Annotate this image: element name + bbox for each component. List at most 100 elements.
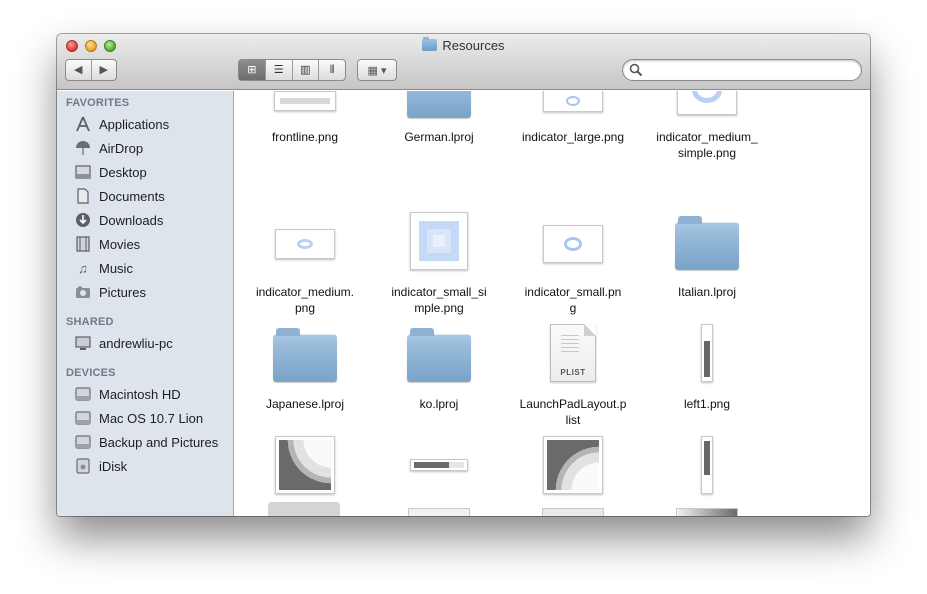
file-thumbnail: PLIST xyxy=(508,320,638,386)
finder-window: Resources ◀ ▶ ⊞ ☰ ▥ ⦀ ▦ ▾ FAVORITES Appl… xyxy=(57,34,870,516)
file-thumbnail xyxy=(642,320,772,386)
image-icon xyxy=(275,436,335,494)
sidebar-item-applications[interactable]: Applications xyxy=(74,114,169,134)
desktop-icon xyxy=(74,164,92,180)
sidebar-item-label: Mac OS 10.7 Lion xyxy=(99,410,204,426)
file-item[interactable]: left5.png xyxy=(642,432,772,516)
file-item[interactable]: indicator_small_si mple.png xyxy=(374,208,504,316)
file-thumbnail-partial[interactable] xyxy=(408,508,470,516)
file-name: Italian.lproj xyxy=(677,285,737,299)
view-mode-control: ⊞ ☰ ▥ ⦀ xyxy=(238,59,346,81)
file-thumbnail xyxy=(240,320,370,386)
sidebar-item-mac-os-lion[interactable]: Mac OS 10.7 Lion xyxy=(74,408,203,428)
sidebar-item-label: Documents xyxy=(99,188,165,204)
file-name: indicator_small.pn g xyxy=(524,285,622,315)
file-item[interactable]: PLIST LaunchPadLayout.p list xyxy=(508,320,638,428)
file-name: Japanese.lproj xyxy=(265,397,345,411)
list-view-button[interactable]: ☰ xyxy=(266,60,292,80)
image-icon xyxy=(677,91,737,115)
sidebar-item-idisk[interactable]: iDisk xyxy=(74,456,127,476)
file-thumbnail xyxy=(374,320,504,386)
file-grid: frontline.png German.lproj indicator_lar… xyxy=(235,91,870,516)
movies-icon xyxy=(74,236,92,252)
image-icon xyxy=(543,91,603,112)
icon-view-button[interactable]: ⊞ xyxy=(239,60,265,80)
folder-icon xyxy=(675,216,739,270)
plist-icon: PLIST xyxy=(550,324,596,382)
file-name: German.lproj xyxy=(404,130,474,144)
computer-icon xyxy=(74,335,92,351)
sidebar-item-macintosh-hd[interactable]: Macintosh HD xyxy=(74,384,181,404)
image-icon xyxy=(410,212,468,270)
sidebar-item-label: Applications xyxy=(99,116,170,132)
search-input[interactable] xyxy=(622,59,862,81)
image-icon xyxy=(275,229,335,259)
file-name: indicator_large.png xyxy=(521,130,625,144)
sidebar-item-backup-and-pictures[interactable]: Backup and Pictures xyxy=(74,432,218,452)
image-icon xyxy=(410,459,468,471)
sidebar-item-documents[interactable]: Documents xyxy=(74,186,165,206)
forward-button[interactable]: ▶ xyxy=(92,60,117,80)
folder-icon xyxy=(407,328,471,382)
window-title-text: Resources xyxy=(442,38,505,53)
file-thumbnail xyxy=(374,208,504,274)
sidebar-item-label: iDisk xyxy=(99,458,128,474)
sidebar-item-music[interactable]: ♫ Music xyxy=(74,258,133,278)
file-item[interactable]: German.lproj xyxy=(374,91,504,161)
file-thumbnail-partial[interactable] xyxy=(676,508,738,516)
sidebar-item-movies[interactable]: Movies xyxy=(74,234,140,254)
file-thumbnail xyxy=(642,208,772,274)
favorites-heading: FAVORITES xyxy=(66,97,130,109)
file-thumbnail xyxy=(508,208,638,274)
image-icon xyxy=(543,436,603,494)
documents-icon xyxy=(74,188,92,204)
image-icon xyxy=(543,225,603,263)
file-name: frontline.png xyxy=(271,130,339,144)
file-item[interactable]: frontline.png xyxy=(240,91,370,161)
sidebar-item-pictures[interactable]: Pictures xyxy=(74,282,146,302)
sidebar-item-desktop[interactable]: Desktop xyxy=(74,162,147,182)
file-item[interactable]: Italian.lproj xyxy=(642,208,772,316)
sidebar-item-label: Music xyxy=(99,260,133,276)
file-item[interactable]: ko.lproj xyxy=(374,320,504,428)
shared-heading: SHARED xyxy=(66,316,114,328)
file-item[interactable]: indicator_medium. png xyxy=(240,208,370,316)
file-item[interactable]: indicator_large.png xyxy=(508,91,638,161)
sidebar-item-label: Desktop xyxy=(99,164,147,180)
hard-disk-icon xyxy=(74,386,92,402)
back-button[interactable]: ◀ xyxy=(66,60,91,80)
sidebar-item-airdrop[interactable]: AirDrop xyxy=(74,138,143,158)
idisk-icon xyxy=(74,458,92,474)
cover-flow-button[interactable]: ⦀ xyxy=(319,60,345,80)
file-item[interactable]: indicator_medium_ simple.png xyxy=(642,91,772,161)
file-item[interactable]: left1.png xyxy=(642,320,772,428)
file-name: indicator_small_si mple.png xyxy=(391,285,487,315)
sidebar-item-label: Movies xyxy=(99,236,141,252)
folder-icon xyxy=(407,91,471,118)
arrange-button[interactable]: ▦ ▾ xyxy=(357,59,397,81)
plist-tag: PLIST xyxy=(560,368,586,377)
file-item[interactable]: Japanese.lproj xyxy=(240,320,370,428)
downloads-icon xyxy=(74,212,92,228)
file-thumbnail xyxy=(240,208,370,274)
plist-lines xyxy=(561,335,579,355)
pictures-icon xyxy=(74,284,92,300)
file-thumbnail xyxy=(508,432,638,498)
folder-icon xyxy=(273,328,337,382)
airdrop-icon xyxy=(74,140,92,156)
file-name: indicator_medium. png xyxy=(255,285,355,315)
image-icon xyxy=(274,91,336,111)
column-view-button[interactable]: ▥ xyxy=(293,60,319,80)
sidebar-item-label: Backup and Pictures xyxy=(99,434,219,450)
file-item[interactable]: left4.png xyxy=(508,432,638,516)
file-thumbnail xyxy=(240,432,370,498)
file-thumbnail xyxy=(642,432,772,498)
file-thumbnail-partial[interactable] xyxy=(268,502,340,516)
file-thumbnail-partial[interactable] xyxy=(542,508,604,516)
sidebar-item-andrewliu-pc[interactable]: andrewliu-pc xyxy=(74,333,173,353)
file-item[interactable]: indicator_small.pn g xyxy=(508,208,638,316)
file-thumbnail xyxy=(374,432,504,498)
applications-icon xyxy=(74,116,92,132)
file-item[interactable]: left3.png xyxy=(374,432,504,516)
sidebar-item-downloads[interactable]: Downloads xyxy=(74,210,163,230)
